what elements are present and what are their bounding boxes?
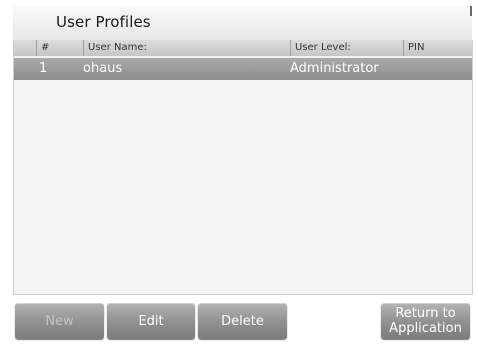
header-bar: User Profiles <box>13 6 472 41</box>
table-row[interactable]: 1 ohaus Administrator <box>14 58 472 80</box>
button-bar: New Edit Delete Return to Application <box>13 296 472 342</box>
return-button-label-line1: Return to <box>395 306 456 321</box>
new-button[interactable]: New <box>15 303 104 339</box>
return-button-label-line2: Application <box>389 321 462 336</box>
delete-button[interactable]: Delete <box>198 303 287 339</box>
row-user-name: ohaus <box>83 61 123 76</box>
column-header-pin: PIN <box>403 40 472 56</box>
edit-button[interactable]: Edit <box>107 303 195 339</box>
row-pin <box>403 58 463 80</box>
return-to-application-button[interactable]: Return to Application <box>381 303 470 339</box>
user-table: # User Name: User Level: PIN 1 ohaus Adm… <box>13 40 473 295</box>
header-corner-marker <box>470 6 472 16</box>
table-header: # User Name: User Level: PIN <box>14 40 472 56</box>
row-number: 1 <box>39 61 48 76</box>
page-title: User Profiles <box>56 13 151 31</box>
column-header-number: # <box>36 40 83 56</box>
column-header-user-name: User Name: <box>83 40 290 56</box>
user-profiles-screen: User Profiles # User Name: User Level: P… <box>0 0 478 347</box>
column-header-user-level: User Level: <box>290 40 403 56</box>
row-user-level: Administrator <box>290 61 379 76</box>
